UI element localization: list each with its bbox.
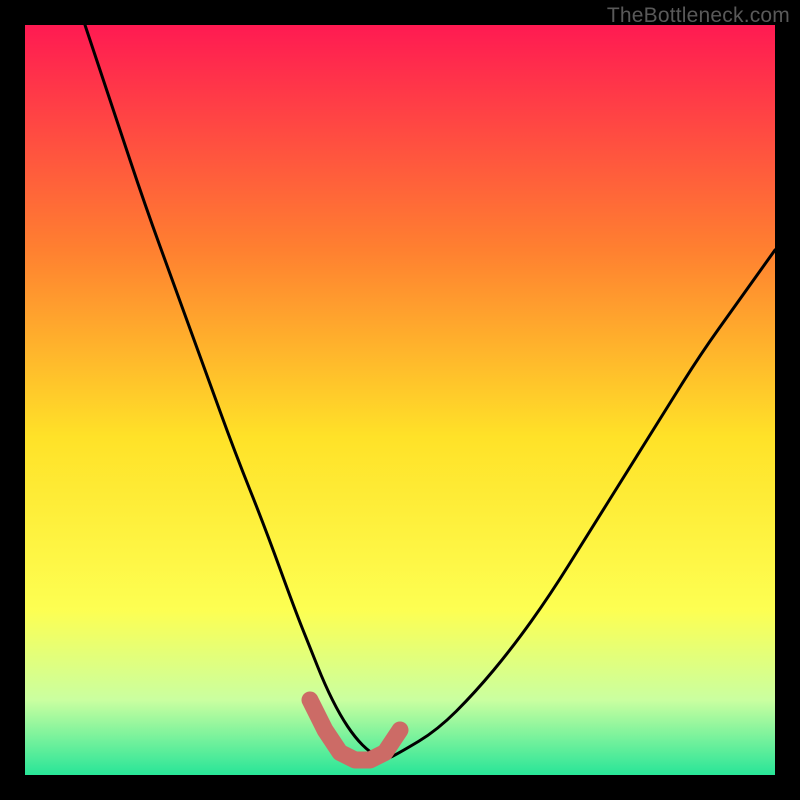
- chart-plot-area: [25, 25, 775, 775]
- chart-svg: [25, 25, 775, 775]
- chart-frame: TheBottleneck.com: [0, 0, 800, 800]
- chart-background-gradient: [25, 25, 775, 775]
- watermark-text: TheBottleneck.com: [607, 4, 790, 28]
